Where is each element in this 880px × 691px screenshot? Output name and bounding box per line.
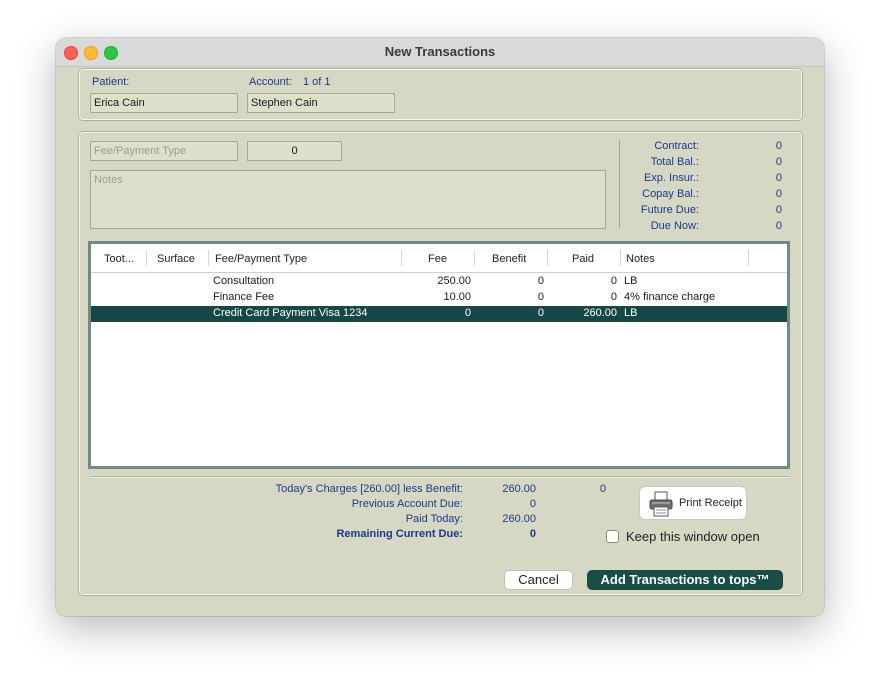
cell-notes: LB: [624, 275, 638, 287]
account-field[interactable]: Stephen Cain: [247, 93, 395, 113]
previous-due-label: Previous Account Due:: [351, 498, 463, 510]
cell-fee: 250.00: [437, 275, 471, 287]
summary-future-due: Future Due: 0: [619, 204, 782, 220]
keep-window-open-label[interactable]: Keep this window open: [626, 529, 760, 544]
account-count: 1 of 1: [303, 76, 331, 88]
summary-label: Total Bal.:: [650, 156, 699, 168]
cell-notes: 4% finance charge: [624, 291, 716, 303]
cell-paid: 0: [610, 275, 617, 287]
summary-total-balance: Total Bal.: 0: [619, 156, 782, 172]
summary-value: 0: [775, 220, 782, 232]
cell-benefit: 0: [537, 307, 544, 319]
remaining-due-label: Remaining Current Due:: [336, 528, 463, 540]
column-divider[interactable]: [146, 250, 147, 266]
charges-value: 260.00: [502, 483, 536, 495]
summary-label: Exp. Insur.:: [643, 172, 699, 184]
totals-divider: [90, 476, 790, 478]
cell-benefit: 0: [537, 275, 544, 287]
cell-benefit: 0: [537, 291, 544, 303]
column-header-tooth[interactable]: Toot...: [104, 253, 134, 265]
add-transactions-button[interactable]: Add Transactions to tops™: [587, 570, 783, 590]
cell-notes: LB: [624, 307, 638, 319]
notes-input[interactable]: Notes: [90, 170, 606, 229]
patient-field[interactable]: Erica Cain: [90, 93, 238, 113]
previous-due-value: 0: [529, 498, 536, 510]
benefit-value: 0: [599, 483, 606, 495]
summary-label: Future Due:: [640, 204, 699, 216]
table-row[interactable]: Finance Fee 10.00 0 0 4% finance charge: [91, 290, 787, 306]
column-divider[interactable]: [208, 250, 209, 266]
summary-due-now: Due Now: 0: [619, 220, 782, 236]
column-header-fee-type[interactable]: Fee/Payment Type: [215, 253, 307, 265]
cell-fee-type: Consultation: [213, 275, 275, 287]
column-header-benefit[interactable]: Benefit: [492, 253, 526, 265]
account-label: Account:: [249, 76, 292, 88]
cancel-button[interactable]: Cancel: [504, 570, 573, 590]
cell-paid: 0: [610, 291, 617, 303]
amount-input[interactable]: 0: [247, 141, 342, 161]
fee-type-input[interactable]: Fee/Payment Type: [90, 141, 238, 161]
cell-paid: 260.00: [583, 307, 617, 319]
summary-value: 0: [775, 172, 782, 184]
summary-label: Due Now:: [650, 220, 699, 232]
table-row-selected[interactable]: Credit Card Payment Visa 1234 0 0 260.00…: [91, 306, 787, 322]
summary-label: Copay Bal.:: [642, 188, 699, 200]
column-header-surface[interactable]: Surface: [157, 253, 195, 265]
printer-icon: [649, 491, 673, 517]
column-divider[interactable]: [547, 250, 548, 266]
paid-today-label: Paid Today:: [405, 513, 463, 525]
summary-value: 0: [775, 204, 782, 216]
title-bar: New Transactions: [56, 38, 824, 67]
column-header-fee[interactable]: Fee: [428, 253, 447, 265]
print-receipt-button[interactable]: Print Receipt: [639, 486, 747, 520]
column-header-notes[interactable]: Notes: [626, 253, 655, 265]
remaining-due-value: 0: [529, 528, 536, 540]
summary-expected-insurance: Exp. Insur.: 0: [619, 172, 782, 188]
cell-fee-type: Credit Card Payment Visa 1234: [213, 307, 368, 319]
column-divider[interactable]: [748, 250, 749, 266]
print-receipt-label: Print Receipt: [679, 497, 742, 509]
table-row[interactable]: Consultation 250.00 0 0 LB: [91, 274, 787, 290]
cell-fee-type: Finance Fee: [213, 291, 275, 303]
column-header-paid[interactable]: Paid: [572, 253, 594, 265]
table-header: Toot... Surface Fee/Payment Type Fee Ben…: [91, 244, 787, 273]
summary-value: 0: [775, 188, 782, 200]
window-title: New Transactions: [384, 44, 496, 59]
summary-copay-balance: Copay Bal.: 0: [619, 188, 782, 204]
patient-label: Patient:: [92, 76, 130, 88]
summary-value: 0: [775, 140, 782, 152]
summary-contract: Contract: 0: [619, 140, 782, 156]
paid-today-value: 260.00: [502, 513, 536, 525]
summary-label: Contract:: [654, 140, 699, 152]
column-divider[interactable]: [474, 250, 475, 266]
column-divider[interactable]: [401, 250, 402, 266]
cell-fee: 10.00: [443, 291, 471, 303]
charges-label: Today's Charges [260.00] less Benefit:: [275, 483, 463, 495]
cell-fee: 0: [464, 307, 471, 319]
keep-window-open-checkbox[interactable]: [606, 530, 619, 543]
summary-value: 0: [775, 156, 782, 168]
column-divider[interactable]: [620, 250, 621, 266]
transactions-table[interactable]: Toot... Surface Fee/Payment Type Fee Ben…: [88, 241, 790, 469]
